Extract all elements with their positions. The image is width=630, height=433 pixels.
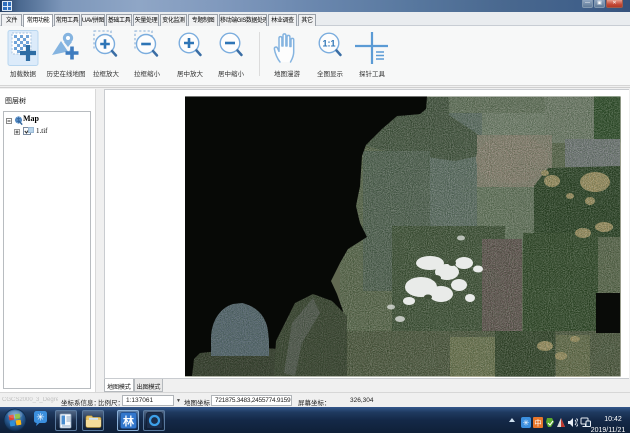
svg-text:中: 中 bbox=[534, 418, 542, 428]
svg-text:✳: ✳ bbox=[36, 413, 44, 424]
svg-text:✳: ✳ bbox=[523, 419, 530, 428]
svg-text:1:1: 1:1 bbox=[322, 39, 335, 49]
svg-text:林: 林 bbox=[123, 414, 134, 428]
